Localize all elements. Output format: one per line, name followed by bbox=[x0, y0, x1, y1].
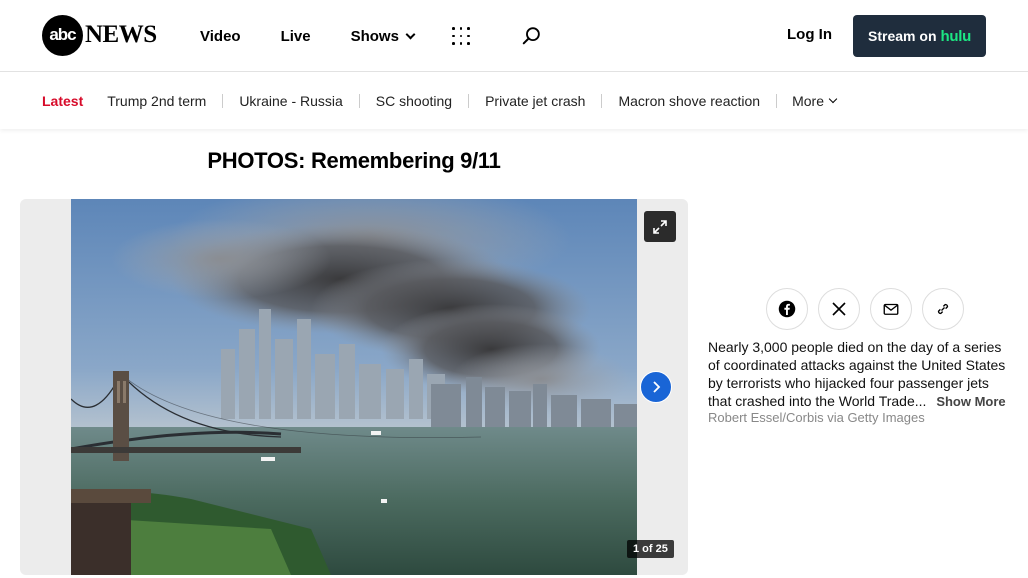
site-header: abc NEWS Video Live Shows Log In Stream … bbox=[0, 0, 1028, 72]
trending-link[interactable]: Macron shove reaction bbox=[602, 94, 776, 108]
share-facebook-button[interactable] bbox=[766, 288, 808, 330]
main-nav: Video Live Shows bbox=[200, 0, 454, 72]
show-more-link[interactable]: Show More bbox=[936, 394, 1005, 409]
photo-counter: 1 of 25 bbox=[627, 540, 674, 558]
photo-gallery: 1 of 25 bbox=[20, 199, 688, 575]
hulu-logo: hulu bbox=[940, 27, 972, 45]
share-email-button[interactable] bbox=[870, 288, 912, 330]
news-logo-text: NEWS bbox=[85, 21, 157, 48]
photo-credit: Robert Essel/Corbis via Getty Images bbox=[708, 410, 925, 425]
expand-icon bbox=[653, 219, 667, 234]
abc-news-logo[interactable]: abc NEWS bbox=[42, 14, 157, 56]
nav-live-label: Live bbox=[280, 27, 311, 45]
expand-button[interactable] bbox=[644, 211, 676, 242]
chevron-right-icon bbox=[653, 381, 661, 393]
trending-link[interactable]: SC shooting bbox=[360, 93, 470, 108]
trending-link[interactable]: Private jet crash bbox=[469, 93, 603, 108]
gallery-title: PHOTOS: Remembering 9/11 bbox=[207, 148, 501, 173]
chevron-down-icon bbox=[828, 94, 838, 104]
copy-link-button[interactable] bbox=[922, 288, 964, 330]
stream-label: Stream on bbox=[868, 28, 937, 44]
brooklyn-bridge-smoke-photo bbox=[71, 199, 637, 575]
chevron-down-icon bbox=[405, 29, 416, 39]
trending-link[interactable]: Ukraine - Russia bbox=[223, 93, 360, 108]
nav-video-label: Video bbox=[200, 27, 241, 45]
latest-label: Latest bbox=[42, 92, 84, 109]
facebook-icon bbox=[778, 300, 796, 318]
more-label: More bbox=[792, 92, 824, 109]
photo-caption: Nearly 3,000 people died on the day of a… bbox=[708, 338, 1013, 411]
search-icon[interactable] bbox=[521, 25, 543, 47]
share-x-button[interactable] bbox=[818, 288, 860, 330]
nav-live[interactable]: Live bbox=[281, 28, 311, 45]
gallery-photo[interactable] bbox=[71, 199, 637, 575]
stream-on-hulu-button[interactable]: Stream on hulu bbox=[853, 15, 986, 57]
nav-shows-label: Shows bbox=[350, 27, 399, 45]
trending-link[interactable]: Trump 2nd term bbox=[91, 93, 224, 108]
nav-shows[interactable]: Shows bbox=[350, 27, 416, 45]
abc-logo-mark: abc bbox=[42, 14, 83, 56]
link-icon bbox=[937, 303, 949, 315]
mail-icon bbox=[883, 303, 899, 315]
nav-video[interactable]: Video bbox=[200, 28, 241, 45]
share-bar bbox=[766, 288, 974, 330]
x-icon bbox=[832, 302, 846, 316]
trending-nav: Latest Trump 2nd term Ukraine - Russia S… bbox=[0, 72, 1028, 129]
more-menu[interactable]: More bbox=[792, 92, 838, 109]
next-photo-button[interactable] bbox=[640, 371, 672, 403]
grid-icon[interactable] bbox=[452, 27, 470, 45]
divider bbox=[776, 93, 778, 108]
login-link[interactable]: Log In bbox=[787, 26, 832, 43]
